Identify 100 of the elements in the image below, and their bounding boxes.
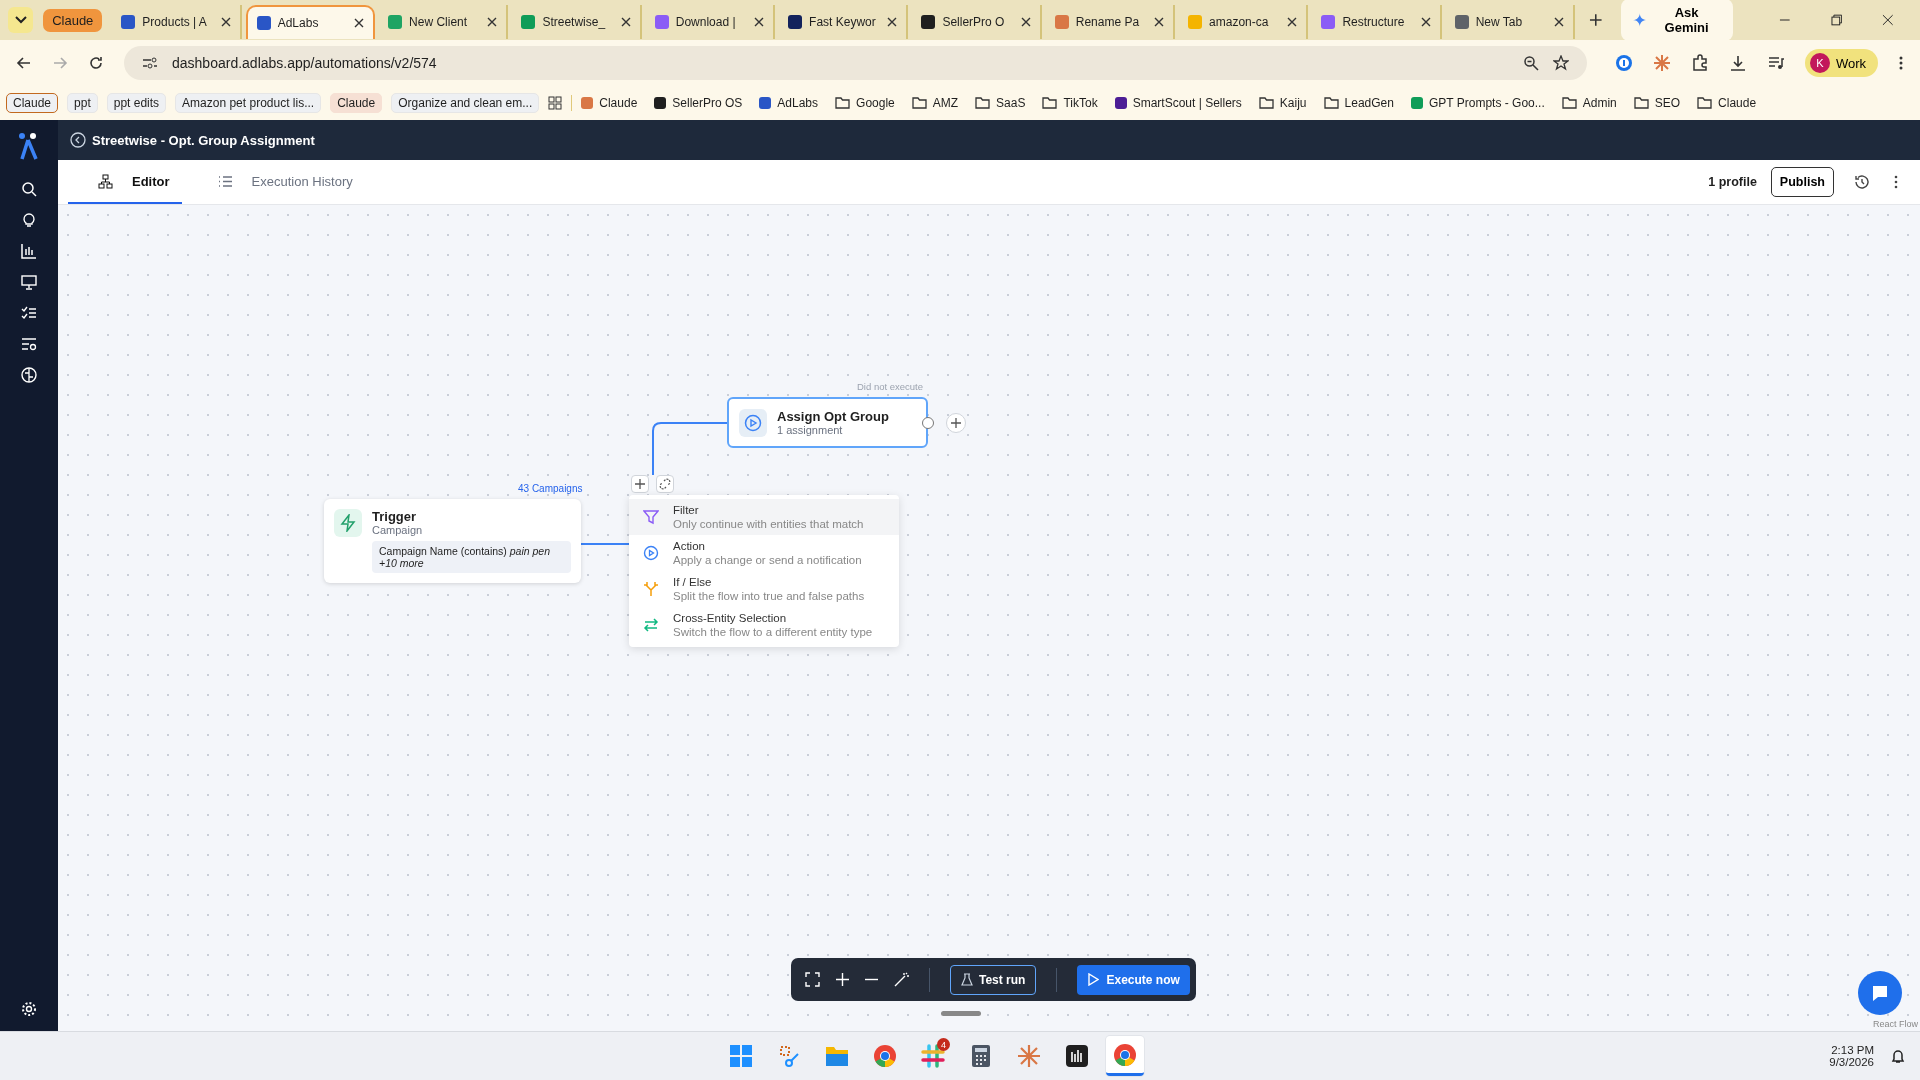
bookmark[interactable]: Claude [581, 96, 638, 110]
add-step-button[interactable] [946, 413, 966, 433]
search-icon[interactable] [21, 181, 37, 197]
lightbulb-icon[interactable] [21, 212, 37, 228]
tab-group-chip[interactable]: Claude [330, 93, 383, 113]
bookmark[interactable]: SmartScout | Sellers [1114, 96, 1242, 110]
broken-link-icon [659, 478, 671, 490]
folder-icon [911, 97, 927, 109]
scroll-handle[interactable] [941, 1011, 981, 1016]
checklist-icon[interactable] [21, 305, 37, 321]
bookmark[interactable]: TikTok [1042, 96, 1098, 110]
tab-group-chip[interactable]: Claude [43, 8, 103, 32]
test-run-button[interactable]: Test run [950, 964, 1037, 995]
trigger-node[interactable]: Trigger Campaign Campaign Name (contains) pain pen +10 more [324, 499, 581, 583]
folder-icon [1561, 97, 1577, 109]
menu-item[interactable]: Cross-Entity Selection Switch the flow to a different entity type [629, 607, 899, 643]
chrome-icon [1113, 1042, 1137, 1067]
hash-logo-icon [921, 1044, 945, 1068]
folder-icon [1042, 97, 1058, 109]
download-icon[interactable] [1728, 54, 1747, 72]
bookmark[interactable]: Admin [1561, 96, 1617, 110]
menu-item[interactable]: If / Else Split the flow into true and false paths [629, 571, 899, 607]
fit-view-icon[interactable] [805, 972, 820, 987]
tab-group-chip[interactable]: Organize and clean em... [391, 93, 540, 113]
close-icon[interactable] [1882, 14, 1894, 26]
funnel-icon [643, 509, 659, 525]
zoom-icon[interactable] [1522, 55, 1539, 71]
bookmark[interactable]: AdLabs [759, 96, 819, 110]
action-node[interactable]: Assign Opt Group 1 assignment [727, 397, 928, 448]
execute-now-button[interactable]: Execute now [1077, 964, 1190, 995]
unlink-button[interactable] [656, 475, 674, 493]
browser-tab[interactable]: AdLabs [245, 5, 376, 39]
star-icon[interactable] [1552, 55, 1569, 71]
bookmark[interactable]: SellerPro OS [654, 96, 743, 110]
lightning-icon [334, 509, 362, 537]
settings-icon[interactable] [21, 1001, 37, 1017]
bookmark[interactable]: Google [835, 96, 895, 110]
bookmark[interactable]: SEO [1633, 96, 1681, 110]
bookmark[interactable]: Kaiju [1258, 96, 1307, 110]
logo-icon[interactable] [18, 132, 40, 160]
close-icon[interactable] [487, 17, 498, 27]
close-icon[interactable] [1020, 17, 1031, 27]
attribution-text: React Flow [1873, 1019, 1918, 1029]
media-icon[interactable] [1766, 54, 1785, 72]
split-icon [643, 581, 659, 597]
editor-tab[interactable]: Execution History [187, 160, 365, 204]
close-icon[interactable] [1554, 17, 1565, 27]
zoom-in-icon[interactable] [836, 973, 849, 986]
more-icon[interactable] [1894, 175, 1898, 189]
bookmark[interactable]: Claude [1697, 96, 1757, 110]
add-button[interactable] [631, 475, 649, 493]
reload-icon[interactable] [88, 55, 104, 71]
back-icon[interactable] [70, 132, 86, 148]
address-bar[interactable]: dashboard.adlabs.app/automations/v2/574 [124, 46, 1587, 80]
windows-logo-icon [729, 1044, 753, 1068]
taskbar-app[interactable]: 4 [914, 1036, 952, 1076]
profile-button[interactable]: K Work [1804, 49, 1878, 77]
site-settings-icon[interactable] [142, 56, 158, 70]
node-title: Trigger [372, 509, 418, 524]
notification-badge: 4 [937, 1038, 950, 1051]
new-tab-icon[interactable] [1589, 13, 1603, 27]
tab-search-button[interactable] [8, 7, 34, 33]
password-manager-icon[interactable] [1614, 54, 1633, 72]
scissors-icon [777, 1044, 801, 1068]
menu-item[interactable]: Filter Only continue with entities that match [629, 499, 899, 535]
tab-group-chip[interactable]: ppt edits [106, 93, 167, 113]
tab-group-chip[interactable]: ppt [67, 93, 98, 113]
sunburst-icon[interactable] [1652, 54, 1671, 72]
close-icon[interactable] [1420, 17, 1431, 27]
brain-icon[interactable] [21, 367, 37, 383]
close-icon[interactable] [1154, 17, 1165, 27]
monitor-icon[interactable] [21, 274, 37, 290]
close-icon[interactable] [1287, 17, 1298, 27]
close-icon[interactable] [887, 17, 898, 27]
bookmark[interactable]: AMZ [911, 96, 959, 110]
history-icon[interactable] [1854, 174, 1870, 190]
tab-group-chip[interactable]: Claude [6, 93, 59, 113]
more-icon[interactable] [1898, 55, 1904, 71]
back-icon[interactable] [16, 55, 32, 71]
bar-chart-icon[interactable] [21, 243, 37, 259]
extensions-icon[interactable] [1690, 54, 1709, 72]
tab-group-chip[interactable]: Amazon pet product lis... [175, 93, 322, 113]
apps-grid-icon[interactable] [548, 96, 563, 110]
close-icon[interactable] [220, 17, 231, 27]
workflow-icon [98, 173, 113, 189]
restore-icon[interactable] [1830, 14, 1843, 26]
chat-button[interactable] [1858, 971, 1902, 1015]
bookmark[interactable]: LeadGen [1323, 96, 1394, 110]
folder-icon [835, 97, 851, 109]
magic-wand-icon[interactable] [894, 972, 909, 987]
list-search-icon[interactable] [21, 336, 37, 352]
close-icon[interactable] [754, 17, 765, 27]
close-icon[interactable] [620, 17, 631, 27]
ask-gemini-button[interactable]: Ask Gemini [1620, 0, 1734, 41]
bookmark[interactable]: SaaS [975, 96, 1026, 110]
notification-bell-icon[interactable] [1890, 1048, 1906, 1064]
publish-button[interactable]: Publish [1770, 167, 1834, 197]
bookmark[interactable]: GPT Prompts - Goo... [1410, 96, 1545, 110]
close-icon[interactable] [354, 18, 365, 28]
menu-item[interactable]: Action Apply a change or send a notification [629, 535, 899, 571]
